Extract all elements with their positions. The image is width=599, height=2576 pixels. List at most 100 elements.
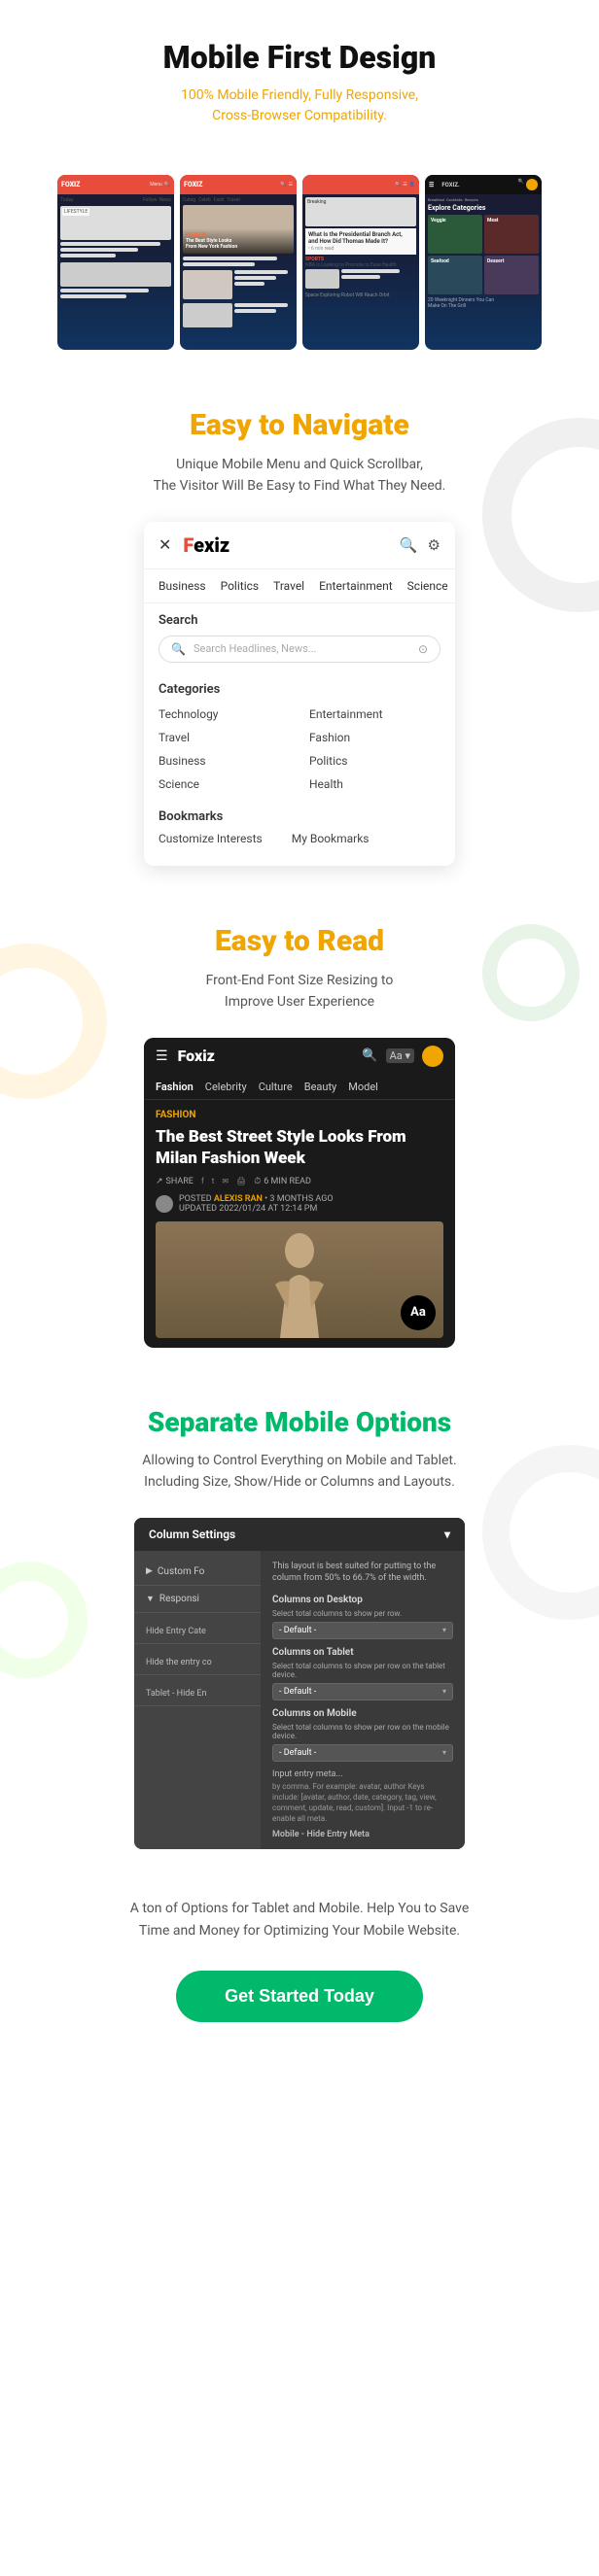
cat-politics2[interactable]: Politics xyxy=(309,751,440,771)
cat-business2[interactable]: Business xyxy=(159,751,290,771)
search-icon[interactable]: 🔍 xyxy=(362,1048,377,1063)
columns-tablet-label: Columns on Tablet xyxy=(272,1647,453,1658)
search-box-icon: 🔍 xyxy=(171,642,186,656)
section-navigate: Easy to Navigate Unique Mobile Menu and … xyxy=(0,369,599,885)
article-meta: ↗ SHARE f t ✉ 🖨 ⏱ 6 MIN READ xyxy=(156,1177,443,1186)
deco-circle-left2 xyxy=(0,1562,88,1678)
hamburger-icon[interactable]: ☰ xyxy=(156,1048,168,1064)
hide-entry-cate-item[interactable]: Hide Entry Cate xyxy=(134,1613,261,1644)
cat-fashion[interactable]: Fashion xyxy=(309,728,440,747)
share-icon: ↗ xyxy=(156,1177,163,1186)
section2-title: Easy to Navigate xyxy=(29,408,570,442)
article-top-bar: ☰ Foxiz 🔍 Aa ▾ xyxy=(144,1038,455,1075)
settings-right: This layout is best suited for putting t… xyxy=(261,1551,465,1850)
custom-fo-text: Custom Fo xyxy=(158,1566,204,1577)
time-ago-text: 3 MONTHS AGO xyxy=(269,1194,333,1204)
author-avatar xyxy=(156,1195,173,1213)
article-nav: Fashion Celebrity Culture Beauty Model xyxy=(144,1075,455,1100)
font-size-button[interactable]: Aa ▾ xyxy=(386,1048,414,1063)
cat-entertainment[interactable]: Entertainment xyxy=(319,579,393,593)
section3-title: Easy to Read xyxy=(29,924,570,958)
nav-culture[interactable]: Culture xyxy=(259,1081,293,1093)
cta-description: A ton of Options for Tablet and Mobile. … xyxy=(29,1898,570,1941)
cat-health[interactable]: Health xyxy=(309,774,440,794)
columns-desktop-label: Columns on Desktop xyxy=(272,1595,453,1605)
cat-politics[interactable]: Politics xyxy=(221,579,260,593)
columns-mobile-value: - Default - xyxy=(279,1748,316,1758)
section3-desc: Front-End Font Size Resizing to Improve … xyxy=(29,970,570,1013)
tablet-hide-item[interactable]: Tablet - Hide En xyxy=(134,1675,261,1706)
categories-label: Categories xyxy=(159,682,440,697)
input-entry-desc: by comma. For example: avatar, author Ke… xyxy=(272,1781,453,1825)
author-name: ALEXIS RAN xyxy=(214,1194,263,1204)
custom-fo-item[interactable]: ▶ Custom Fo xyxy=(134,1559,261,1586)
select-arrow-icon2: ▾ xyxy=(442,1687,446,1696)
section-mobile-first: Mobile First Design 100% Mobile Friendly… xyxy=(0,0,599,155)
cat-business[interactable]: Business xyxy=(159,579,206,593)
screenshots-row: FOXIZ Menu 🔍 Today Follow News LIFESTYLE xyxy=(0,155,599,369)
settings-mockup: Column Settings ▾ ▶ Custom Fo ▼ Responsi… xyxy=(134,1518,465,1850)
menu-close-icon[interactable]: ✕ xyxy=(159,535,171,554)
search-box[interactable]: 🔍 Search Headlines, News... ⊙ xyxy=(159,635,440,663)
hide-entry-label: Hide the entry co xyxy=(146,1658,212,1667)
cat-entertainment2[interactable]: Entertainment xyxy=(309,704,440,724)
columns-tablet-select[interactable]: - Default - ▾ xyxy=(272,1683,453,1700)
section1-subtitle: 100% Mobile Friendly, Fully Responsive, … xyxy=(29,86,570,126)
search-input[interactable]: Search Headlines, News... xyxy=(194,642,410,655)
article-author-row: POSTED ALEXIS RAN • 3 MONTHS AGO UPDATED… xyxy=(156,1194,443,1214)
nav-beauty[interactable]: Beauty xyxy=(304,1081,337,1093)
updated-date: 2022/01/24 AT 12:14 PM xyxy=(219,1204,317,1214)
settings-icon[interactable]: ⚙ xyxy=(428,536,440,554)
menu-logo: Fexiz xyxy=(183,533,229,557)
columns-desktop-value: - Default - xyxy=(279,1626,316,1635)
columns-mobile-select[interactable]: - Default - ▾ xyxy=(272,1744,453,1762)
screenshot-1: FOXIZ Menu 🔍 Today Follow News LIFESTYLE xyxy=(57,175,174,350)
responsive-text: Responsi xyxy=(159,1594,199,1604)
updated-label: UPDATED xyxy=(179,1204,219,1214)
article-title: The Best Street Style Looks From Milan F… xyxy=(156,1126,443,1169)
columns-mobile-row: Columns on Mobile Select total columns t… xyxy=(272,1708,453,1762)
nav-model[interactable]: Model xyxy=(348,1081,378,1093)
screenshot-4: ☰ FOXIZ. 🔍 Breakfast Cocktails Recipes E… xyxy=(425,175,542,350)
my-bookmarks[interactable]: My Bookmarks xyxy=(292,832,370,845)
cat-science[interactable]: Science xyxy=(407,579,448,593)
cat-travel[interactable]: Travel xyxy=(273,579,304,593)
columns-tablet-desc: Select total columns to show per row on … xyxy=(272,1662,453,1679)
posted-label: POSTED xyxy=(179,1194,214,1204)
nav-celebrity[interactable]: Celebrity xyxy=(205,1081,247,1093)
customize-interests[interactable]: Customize Interests xyxy=(159,832,263,845)
screenshot-2: FOXIZ 🔍 ☰ Categ Celeb Fash Travel FASHIO… xyxy=(180,175,297,350)
menu-top-categories: Business Politics Travel Entertainment S… xyxy=(144,569,455,603)
settings-description: This layout is best suited for putting t… xyxy=(272,1561,453,1585)
read-time: ⏱ 6 MIN READ xyxy=(254,1177,311,1186)
get-started-button[interactable]: Get Started Today xyxy=(176,1971,423,2022)
article-icons: 🔍 Aa ▾ xyxy=(362,1046,443,1067)
collapse-arrow-icon[interactable]: ▾ xyxy=(444,1528,450,1541)
cat-science2[interactable]: Science xyxy=(159,774,290,794)
nav-fashion[interactable]: Fashion xyxy=(156,1081,194,1093)
logo-f: F xyxy=(183,533,194,557)
responsive-item[interactable]: ▼ Responsi xyxy=(134,1586,261,1613)
deco-circle-right xyxy=(482,418,599,612)
columns-desktop-select[interactable]: - Default - ▾ xyxy=(272,1622,453,1639)
cat-travel2[interactable]: Travel xyxy=(159,728,290,747)
search-icon[interactable]: 🔍 xyxy=(400,536,418,554)
section-options: Separate Mobile Options Allowing to Cont… xyxy=(0,1367,599,1870)
search-settings-icon[interactable]: ⊙ xyxy=(418,642,428,656)
article-image: Aa xyxy=(156,1221,443,1338)
section1-title: Mobile First Design xyxy=(29,39,570,76)
menu-top-bar: ✕ Fexiz 🔍 ⚙ xyxy=(144,522,455,569)
section4-desc: Allowing to Control Everything on Mobile… xyxy=(29,1450,570,1494)
cat-technology[interactable]: Technology xyxy=(159,704,290,724)
columns-desktop-desc: Select total columns to show per row. xyxy=(272,1609,453,1618)
font-size-indicator[interactable]: Aa xyxy=(401,1295,436,1330)
font-size-label: Aa xyxy=(410,1305,426,1320)
column-settings-label: Column Settings xyxy=(149,1528,235,1541)
share-button[interactable]: ↗ SHARE xyxy=(156,1177,194,1186)
columns-desktop-row: Columns on Desktop Select total columns … xyxy=(272,1595,453,1639)
settings-sidebar: ▶ Custom Fo ▼ Responsi Hide Entry Cate H… xyxy=(134,1551,261,1850)
user-avatar[interactable] xyxy=(422,1046,443,1067)
menu-search-section: Search 🔍 Search Headlines, News... ⊙ xyxy=(144,603,455,672)
deco-circle-left xyxy=(0,944,107,1099)
hide-entry-item[interactable]: Hide the entry co xyxy=(134,1644,261,1675)
